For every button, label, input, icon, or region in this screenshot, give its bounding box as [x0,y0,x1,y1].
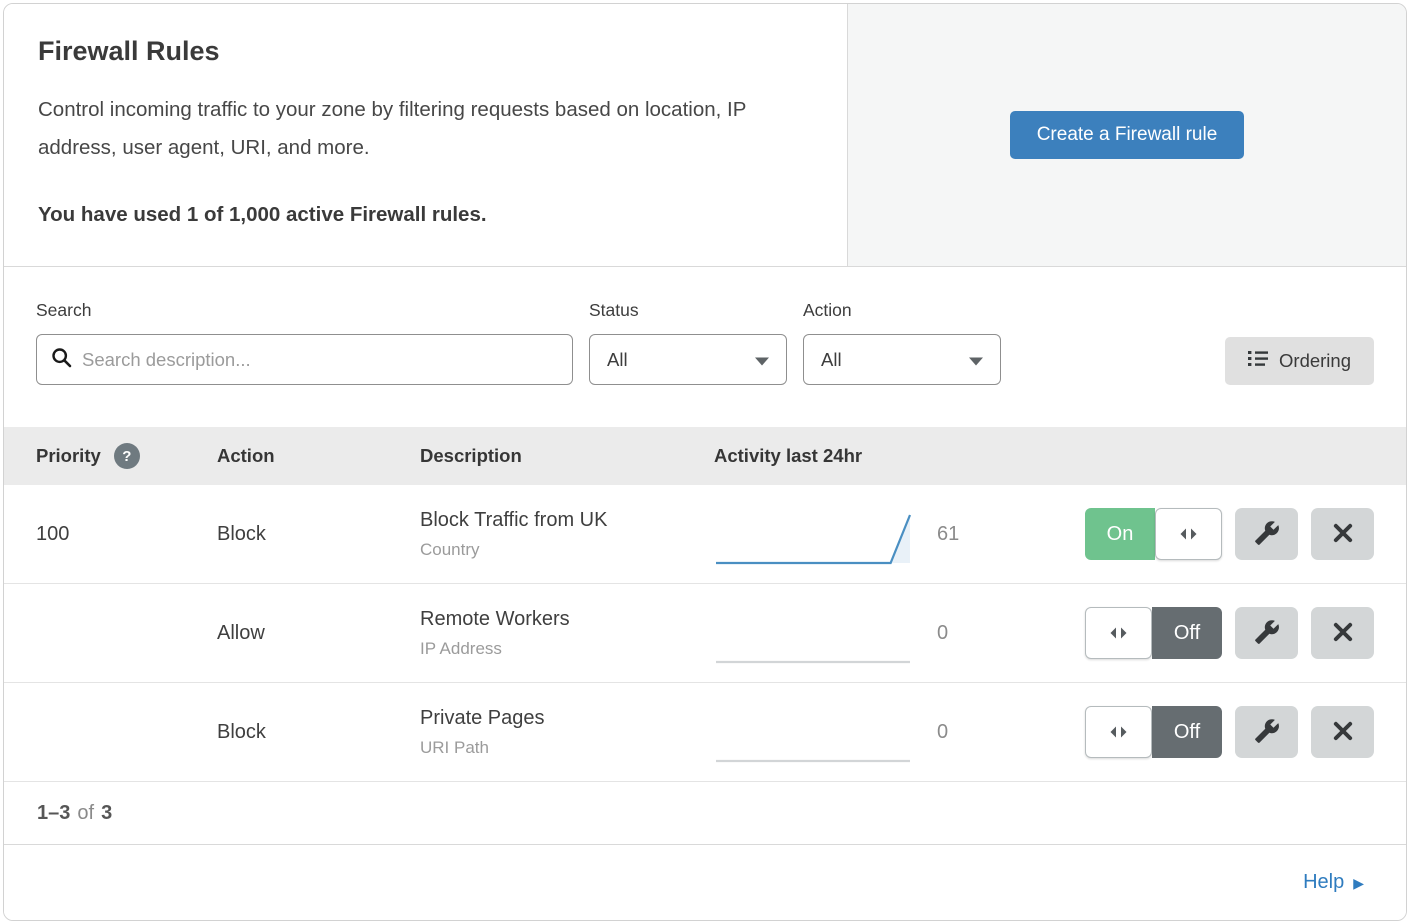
toggle-state-label: Off [1152,706,1222,758]
wrench-icon [1254,520,1280,549]
help-bar: Help ▶ [4,845,1406,920]
rule-match-type: URI Path [420,738,714,758]
toggle-state-label: Off [1152,607,1222,659]
edit-rule-button[interactable] [1235,508,1298,560]
column-action: Action [217,445,420,467]
ordering-list-icon [1248,350,1268,372]
action-label: Action [803,300,1001,321]
rule-description: Block Traffic from UK [420,509,714,532]
status-label: Status [589,300,787,321]
toggle-knob[interactable] [1085,607,1152,659]
filter-bar: Search Status All Action All [4,267,1406,427]
left-right-arrows-icon [1108,725,1129,739]
rule-description-cell: Block Traffic from UK Country [420,509,714,560]
table-row: Allow Remote Workers IP Address 0 Off [4,584,1406,683]
search-icon [51,347,72,373]
activity-count: 0 [919,721,1044,744]
status-select-value: All [607,349,628,371]
table-row: Block Private Pages URI Path 0 Off [4,683,1406,782]
toggle-knob[interactable] [1155,508,1222,560]
toggle-state-label: On [1085,508,1155,560]
column-activity: Activity last 24hr [714,445,862,467]
chevron-down-icon [755,349,769,371]
search-input[interactable] [82,349,558,371]
pagination-of-label: of [77,802,94,825]
delete-rule-button[interactable] [1311,508,1374,560]
header-section: Firewall Rules Control incoming traffic … [4,4,1406,267]
create-firewall-rule-button[interactable]: Create a Firewall rule [1010,111,1245,159]
rule-action: Block [217,721,420,744]
action-select[interactable]: All [803,334,1001,385]
column-description: Description [420,445,714,467]
edit-rule-button[interactable] [1235,607,1298,659]
pagination-range: 1–3 [37,802,70,825]
rule-match-type: IP Address [420,639,714,659]
action-select-value: All [821,349,842,371]
pagination-total: 3 [101,802,112,825]
table-row: 100 Block Block Traffic from UK Country … [4,485,1406,584]
column-priority: Priority ? [36,443,217,469]
search-label: Search [36,300,573,321]
close-icon [1332,522,1354,547]
page-title: Firewall Rules [38,36,813,67]
search-filter: Search [36,300,573,385]
chevron-down-icon [969,349,983,371]
rule-description-cell: Private Pages URI Path [420,707,714,758]
rule-description-cell: Remote Workers IP Address [420,608,714,659]
pagination-bar: 1–3 of 3 [4,782,1406,845]
search-box [36,334,573,385]
ordering-button-label: Ordering [1279,350,1351,372]
status-select[interactable]: All [589,334,787,385]
help-arrow-icon: ▶ [1353,876,1364,890]
activity-sparkline [714,485,919,583]
rule-match-type: Country [420,540,714,560]
close-icon [1332,621,1354,646]
toggle-knob[interactable] [1085,706,1152,758]
edit-rule-button[interactable] [1235,706,1298,758]
header-action-panel: Create a Firewall rule [847,4,1406,266]
column-priority-label: Priority [36,445,101,467]
rule-controls: Off [1085,706,1374,758]
rule-action: Allow [217,622,420,645]
help-link[interactable]: Help ▶ [1303,871,1364,894]
action-filter: Action All [803,300,1001,385]
wrench-icon [1254,619,1280,648]
rule-controls: On [1085,508,1374,560]
rule-description: Remote Workers [420,608,714,631]
delete-rule-button[interactable] [1311,706,1374,758]
ordering-button[interactable]: Ordering [1225,337,1374,385]
rule-enabled-toggle[interactable]: Off [1085,607,1222,659]
delete-rule-button[interactable] [1311,607,1374,659]
rule-controls: Off [1085,607,1374,659]
header-text-block: Firewall Rules Control incoming traffic … [4,4,847,266]
rule-priority: 100 [36,523,217,546]
left-right-arrows-icon [1178,527,1199,541]
status-filter: Status All [589,300,787,385]
wrench-icon [1254,718,1280,747]
usage-note: You have used 1 of 1,000 active Firewall… [38,203,813,227]
priority-help-icon[interactable]: ? [114,443,140,469]
page-description: Control incoming traffic to your zone by… [38,91,808,167]
rule-action: Block [217,523,420,546]
help-link-label: Help [1303,871,1344,894]
close-icon [1332,720,1354,745]
activity-sparkline [714,584,919,682]
rule-enabled-toggle[interactable]: On [1085,508,1222,560]
rule-description: Private Pages [420,707,714,730]
firewall-rules-card: Firewall Rules Control incoming traffic … [3,3,1407,921]
table-header-row: Priority ? Action Description Activity l… [4,427,1406,485]
left-right-arrows-icon [1108,626,1129,640]
activity-sparkline [714,683,919,781]
rule-enabled-toggle[interactable]: Off [1085,706,1222,758]
activity-count: 61 [919,523,1044,546]
activity-count: 0 [919,622,1044,645]
